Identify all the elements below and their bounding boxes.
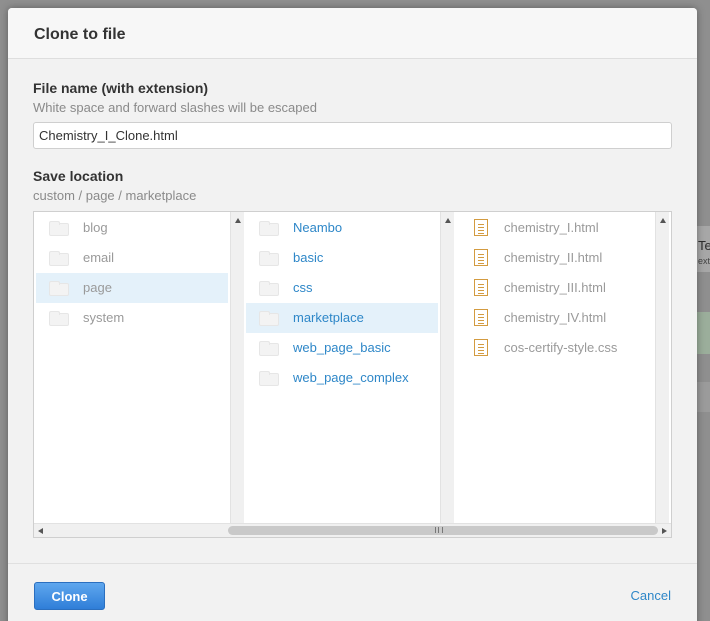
folder-icon xyxy=(259,371,279,386)
file-icon xyxy=(474,219,488,236)
horizontal-scrollbar[interactable] xyxy=(34,523,671,537)
scroll-up-icon[interactable] xyxy=(235,218,241,223)
folder-icon xyxy=(259,251,279,266)
folder-item[interactable]: Neambo xyxy=(246,213,438,243)
scroll-up-icon[interactable] xyxy=(660,218,666,223)
item-label: page xyxy=(83,280,112,295)
folder-icon xyxy=(49,281,69,296)
item-label: marketplace xyxy=(293,310,364,325)
item-label: chemistry_IV.html xyxy=(504,310,607,325)
folder-item[interactable]: marketplace xyxy=(246,303,438,333)
item-label: email xyxy=(83,250,115,265)
file-item[interactable]: chemistry_III.html xyxy=(455,273,655,303)
item-label: web_page_basic xyxy=(293,340,391,355)
item-label: web_page_complex xyxy=(293,370,409,385)
location-browser: blog email page system Neambo basic css market… xyxy=(33,211,672,538)
cancel-link[interactable]: Cancel xyxy=(631,588,671,603)
dialog-footer: Clone Cancel xyxy=(8,563,697,621)
folder-icon xyxy=(49,251,69,266)
folder-icon xyxy=(49,221,69,236)
item-label: chemistry_II.html xyxy=(504,250,603,265)
dialog-body: File name (with extension) White space a… xyxy=(8,59,697,538)
filename-input[interactable] xyxy=(33,122,672,149)
folder-item[interactable]: web_page_basic xyxy=(246,333,438,363)
folder-item[interactable]: web_page_complex xyxy=(246,363,438,393)
dialog-title: Clone to file xyxy=(34,26,126,43)
folder-icon xyxy=(49,311,69,326)
scrollbar-thumb[interactable] xyxy=(228,526,658,535)
grip-icon xyxy=(435,527,443,533)
item-label: chemistry_III.html xyxy=(504,280,606,295)
folder-item[interactable]: email xyxy=(36,243,228,273)
item-label: blog xyxy=(83,220,108,235)
folder-item[interactable]: basic xyxy=(246,243,438,273)
dialog-header: Clone to file xyxy=(8,8,697,59)
folder-icon xyxy=(259,281,279,296)
folder-item[interactable]: page xyxy=(36,273,228,303)
folder-column-root: blog email page system xyxy=(34,212,230,523)
file-item[interactable]: chemistry_IV.html xyxy=(455,303,655,333)
item-label: system xyxy=(83,310,125,325)
file-icon xyxy=(474,339,488,356)
file-item[interactable]: chemistry_I.html xyxy=(455,213,655,243)
scroll-up-icon[interactable] xyxy=(445,218,451,223)
folder-icon xyxy=(259,221,279,236)
save-location-label: Save location xyxy=(33,168,124,184)
filename-label: File name (with extension) xyxy=(33,80,209,96)
clone-dialog: Clone to file File name (with extension)… xyxy=(8,8,697,621)
item-label: basic xyxy=(293,250,324,265)
scroll-left-icon[interactable] xyxy=(38,528,43,534)
file-icon xyxy=(474,279,488,296)
folder-item[interactable]: css xyxy=(246,273,438,303)
backdrop-text: Te xyxy=(698,238,710,253)
vertical-scrollbar[interactable] xyxy=(655,212,669,523)
item-label: chemistry_I.html xyxy=(504,220,599,235)
vertical-scrollbar[interactable] xyxy=(230,212,244,523)
item-label: css xyxy=(293,280,313,295)
filename-hint: White space and forward slashes will be … xyxy=(33,100,317,115)
backdrop-text: ext xyxy=(698,256,710,266)
vertical-scrollbar[interactable] xyxy=(440,212,454,523)
folder-icon xyxy=(259,341,279,356)
clone-button[interactable]: Clone xyxy=(34,582,105,610)
folder-icon xyxy=(259,311,279,326)
scroll-right-icon[interactable] xyxy=(662,528,667,534)
backdrop-row xyxy=(696,382,710,412)
folder-item[interactable]: system xyxy=(36,303,228,333)
backdrop-row xyxy=(696,312,710,354)
save-location-path: custom / page / marketplace xyxy=(33,188,197,203)
folder-column-page: Neambo basic css marketplace web_page_basicw… xyxy=(244,212,440,523)
file-icon xyxy=(474,309,488,326)
file-icon xyxy=(474,249,488,266)
item-label: cos-certify-style.css xyxy=(504,340,618,355)
file-item[interactable]: chemistry_II.html xyxy=(455,243,655,273)
folder-item[interactable]: blog xyxy=(36,213,228,243)
file-item[interactable]: cos-certify-style.css xyxy=(455,333,655,363)
item-label: Neambo xyxy=(293,220,343,235)
file-column-marketplace: chemistry_I.html chemistry_II.htmlchemist… xyxy=(455,212,655,523)
